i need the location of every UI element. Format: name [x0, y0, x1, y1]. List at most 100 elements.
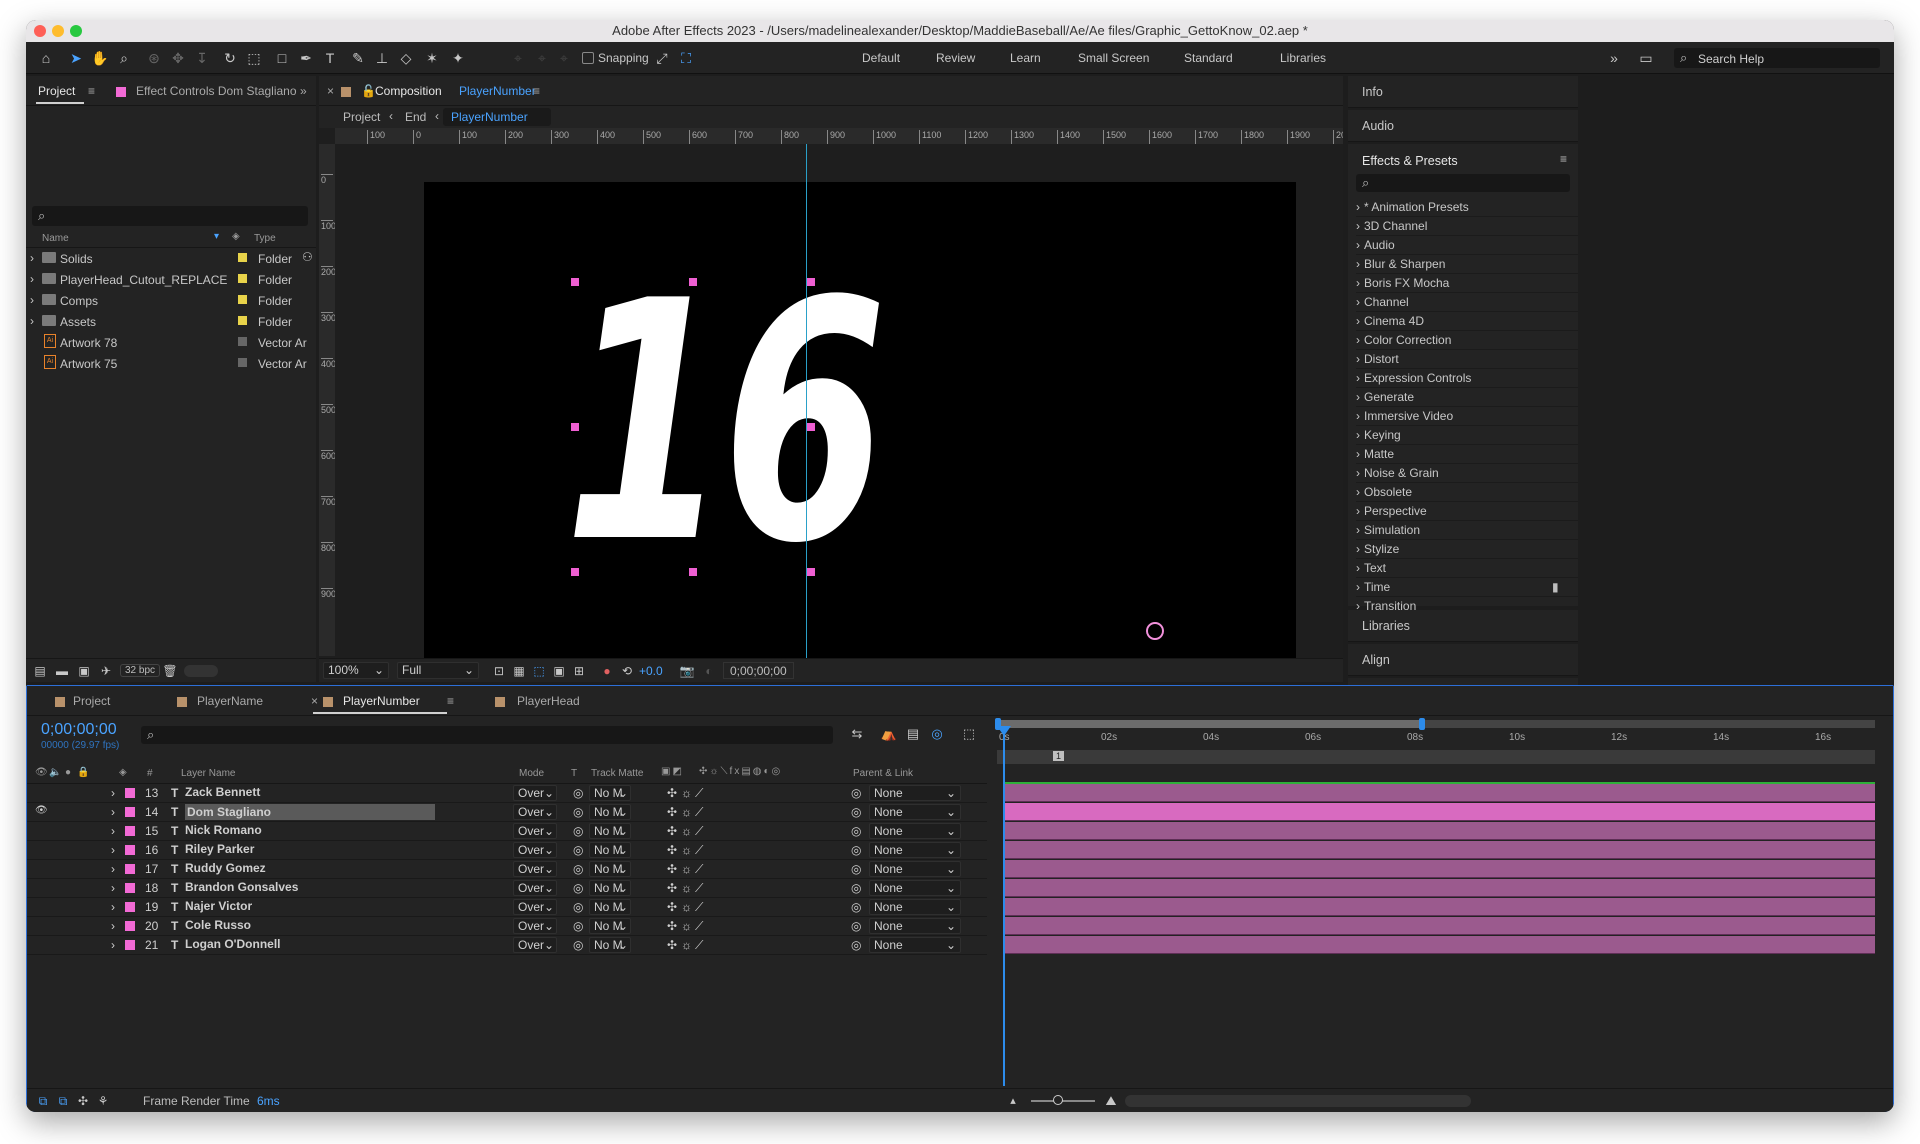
- layer-name[interactable]: Brandon Gonsalves: [185, 880, 298, 894]
- blend-mode-dropdown[interactable]: Over ⌄: [513, 785, 557, 801]
- effects-search-input[interactable]: ⌕: [1356, 174, 1570, 192]
- tab-playername[interactable]: PlayerName: [197, 694, 263, 708]
- layer-row[interactable]: › 21 T Logan O'Donnell Over ⌄ ◎ No M ⌄ ✣ ☼ ⟋ ◎ None ⌄: [27, 936, 987, 955]
- frame-blending-icon[interactable]: ◎: [927, 724, 947, 744]
- parent-pickwhip-icon[interactable]: ◎: [851, 919, 861, 933]
- label-color-swatch[interactable]: [238, 295, 247, 304]
- close-tab-icon[interactable]: ×: [311, 694, 318, 708]
- snapshot-icon[interactable]: 📷: [677, 661, 697, 681]
- snap-icon[interactable]: ⤢: [652, 48, 672, 68]
- label-color-swatch[interactable]: [238, 253, 247, 262]
- layer-switches-icons[interactable]: ✣☼⟍fx▤◍◐◎: [699, 766, 782, 777]
- collapse-switch-icon[interactable]: ☼: [681, 805, 692, 819]
- quality-switch-icon[interactable]: ⟋: [695, 805, 703, 820]
- shy-switch-icon[interactable]: ✣: [667, 881, 677, 895]
- orbit-camera-icon[interactable]: ⊛: [144, 48, 164, 68]
- effects-category[interactable]: › Expression Controls: [1356, 369, 1578, 388]
- visibility-toggle[interactable]: [35, 900, 45, 912]
- comp-timecode[interactable]: 0;00;00;00: [723, 662, 794, 679]
- visibility-toggle[interactable]: [35, 786, 45, 798]
- track-matte-pickwhip-icon[interactable]: ◎: [573, 881, 583, 895]
- track-matte-dropdown[interactable]: No M ⌄: [589, 899, 631, 915]
- layer-duration-bar[interactable]: [1003, 784, 1875, 802]
- bbox-handle[interactable]: [571, 278, 579, 286]
- layer-row[interactable]: › 19 T Najer Victor Over ⌄ ◎ No M ⌄ ✣ ☼ ⟋ ◎ None ⌄: [27, 898, 987, 917]
- anchor-point-icon[interactable]: [1146, 622, 1164, 640]
- layer-row[interactable]: › 17 T Ruddy Gomez Over ⌄ ◎ No M ⌄ ✣ ☼ ⟋ ◎ None ⌄: [27, 860, 987, 879]
- col-mode[interactable]: Mode: [519, 768, 544, 779]
- layer-row[interactable]: › 18 T Brandon Gonsalves Over ⌄ ◎ No M ⌄ ✣ ☼ ⟋ ◎ None…: [27, 879, 987, 898]
- effects-category[interactable]: › Boris FX Mocha: [1356, 274, 1578, 293]
- switches-icons[interactable]: ▣◩: [661, 766, 684, 777]
- thumbnail-toggle[interactable]: [184, 665, 218, 677]
- label-color-swatch[interactable]: [125, 902, 135, 912]
- effects-category[interactable]: › Noise & Grain: [1356, 464, 1578, 483]
- bbox-handle[interactable]: [807, 423, 815, 431]
- project-item-row[interactable]: › PlayerHead_Cutout_REPLACE Folder: [26, 269, 316, 290]
- search-help-field[interactable]: ⌕ Search Help: [1674, 48, 1880, 68]
- bbox-handle[interactable]: [571, 423, 579, 431]
- interpret-footage-icon[interactable]: ▤: [30, 661, 50, 681]
- comp-canvas[interactable]: 16: [424, 182, 1296, 672]
- effects-category[interactable]: › Blur & Sharpen: [1356, 255, 1578, 274]
- blend-mode-dropdown[interactable]: Over ⌄: [513, 918, 557, 934]
- blend-mode-dropdown[interactable]: Over ⌄: [513, 823, 557, 839]
- player-number-text[interactable]: 16: [564, 258, 887, 588]
- track-matte-dropdown[interactable]: No M ⌄: [589, 918, 631, 934]
- label-color-swatch[interactable]: [238, 337, 247, 346]
- blend-mode-dropdown[interactable]: Over ⌄: [513, 937, 557, 953]
- composition-tab-name[interactable]: PlayerNumber: [459, 84, 536, 98]
- pan-behind-tool-icon[interactable]: ⬚: [244, 48, 264, 68]
- workspace-libraries[interactable]: Libraries: [1280, 51, 1326, 65]
- parent-dropdown[interactable]: None ⌄: [869, 899, 961, 915]
- type-tool-icon[interactable]: T: [320, 48, 340, 68]
- world-axis-icon[interactable]: ⌖: [532, 48, 552, 68]
- trash-icon[interactable]: 🗑: [160, 661, 180, 681]
- workspace-menu-icon[interactable]: ▭: [1636, 48, 1656, 68]
- breadcrumb-current[interactable]: PlayerNumber: [443, 108, 551, 126]
- graph-editor-icon[interactable]: ⬚: [959, 724, 979, 744]
- rectangle-tool-icon[interactable]: □: [272, 48, 292, 68]
- breadcrumb-project[interactable]: Project: [343, 110, 380, 124]
- zoom-dropdown[interactable]: 100% ⌄: [323, 662, 389, 679]
- layer-name[interactable]: Cole Russo: [185, 918, 251, 932]
- collapse-switch-icon[interactable]: ☼: [681, 786, 692, 800]
- track-matte-pickwhip-icon[interactable]: ◎: [573, 919, 583, 933]
- tab-effect-controls[interactable]: Effect Controls Dom Stagliano: [136, 84, 297, 98]
- label-color-swatch[interactable]: [238, 274, 247, 283]
- close-window-button[interactable]: [34, 25, 46, 37]
- project-item-row[interactable]: Ai Artwork 78 Vector Ar: [26, 332, 316, 353]
- visibility-toggle[interactable]: [35, 862, 45, 874]
- new-composition-icon[interactable]: ▣: [74, 661, 94, 681]
- guide-line[interactable]: [806, 144, 807, 672]
- snapping-checkbox[interactable]: [582, 52, 594, 64]
- brush-tool-icon[interactable]: ✎: [348, 48, 368, 68]
- channels-icon[interactable]: ●: [597, 661, 617, 681]
- col-t[interactable]: T: [571, 768, 577, 779]
- collapse-switch-icon[interactable]: ☼: [681, 938, 692, 952]
- tab-project[interactable]: Project: [38, 84, 75, 98]
- eye-icon[interactable]: 👁: [35, 805, 48, 816]
- minimize-window-button[interactable]: [52, 25, 64, 37]
- effects-category[interactable]: › Immersive Video: [1356, 407, 1578, 426]
- visibility-toggle[interactable]: [35, 919, 45, 931]
- reset-exposure-icon[interactable]: ⟲: [617, 661, 637, 681]
- col-parent[interactable]: Parent & Link: [853, 768, 913, 779]
- label-color-swatch[interactable]: [125, 921, 135, 931]
- zoom-tool-icon[interactable]: ⌕: [114, 48, 134, 68]
- layer-duration-bar[interactable]: [1003, 841, 1875, 859]
- label-color-swatch[interactable]: [125, 788, 135, 798]
- chevron-right-icon[interactable]: ›: [111, 881, 115, 895]
- info-panel[interactable]: Info: [1348, 76, 1578, 108]
- new-preset-icon[interactable]: ▮: [1552, 580, 1559, 594]
- chevron-right-icon[interactable]: ›: [30, 314, 34, 328]
- workspace-standard[interactable]: Standard: [1184, 51, 1233, 65]
- lock-icon[interactable]: 🔒: [77, 767, 89, 778]
- workspace-default[interactable]: Default: [862, 51, 900, 65]
- effects-category[interactable]: › Text: [1356, 559, 1578, 578]
- panel-libraries[interactable]: Libraries: [1348, 610, 1578, 642]
- project-search-input[interactable]: ⌕: [32, 206, 308, 226]
- layer-name[interactable]: Ruddy Gomez: [185, 861, 266, 875]
- label-color-swatch[interactable]: [125, 845, 135, 855]
- transparency-grid-icon[interactable]: ▦: [509, 661, 529, 681]
